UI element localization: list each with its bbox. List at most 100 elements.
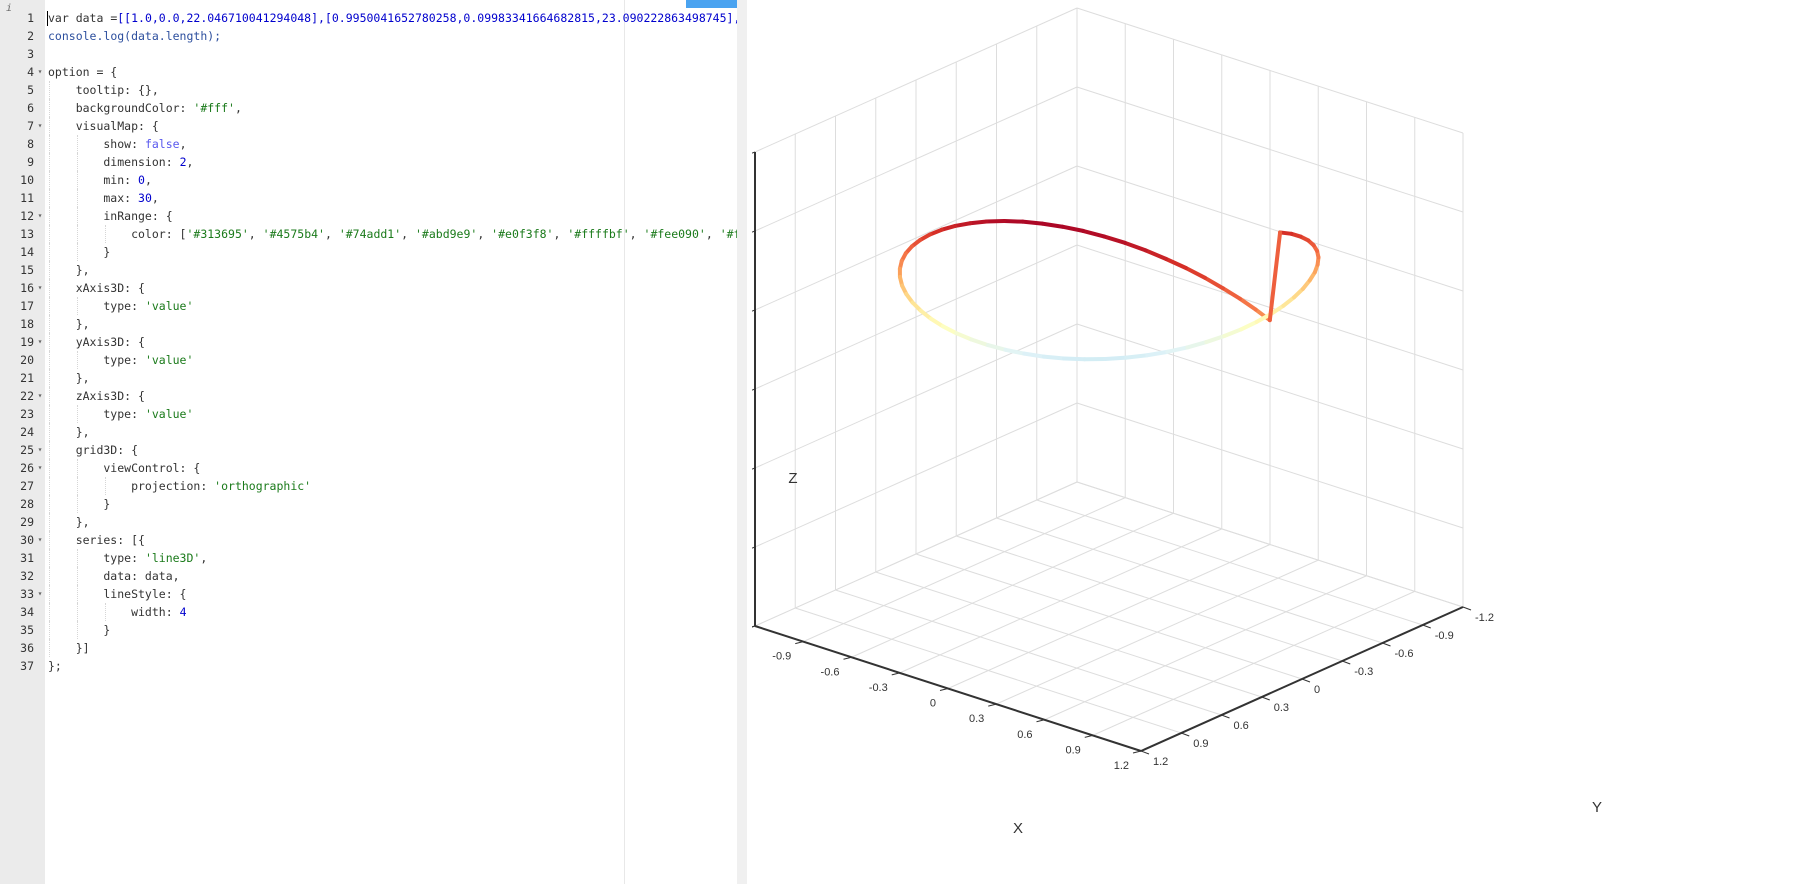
indent-guide xyxy=(49,585,50,603)
line3d-segment[interactable] xyxy=(1145,349,1170,358)
line3d-segment[interactable] xyxy=(928,316,945,329)
indent-guide xyxy=(77,171,78,189)
line3d-segment[interactable] xyxy=(1003,347,1027,356)
line3d-segment[interactable] xyxy=(1185,340,1209,350)
line3d-segment[interactable] xyxy=(1062,356,1087,362)
fold-toggle-icon[interactable]: ▾ xyxy=(36,207,44,225)
line3d-segment[interactable] xyxy=(969,337,990,348)
indent-guide xyxy=(105,603,106,621)
line-number: 1 xyxy=(27,11,34,25)
code-line: visualMap: { xyxy=(48,117,159,135)
fold-toggle-icon[interactable]: ▾ xyxy=(36,63,44,81)
line-number: 37 xyxy=(20,659,34,673)
fold-toggle-icon[interactable]: ▾ xyxy=(36,279,44,297)
line3d-chart[interactable]: -1.2-0.9-0.6-0.300.30.60.91.2-1.2-0.9-0.… xyxy=(752,0,1817,884)
indent-guide xyxy=(49,531,50,549)
line-number: 2 xyxy=(27,29,34,43)
line-number: 7 xyxy=(27,119,34,133)
line-number: 21 xyxy=(20,371,34,385)
code-token: data = xyxy=(68,11,118,25)
indent-guide xyxy=(77,153,78,171)
indent-guide xyxy=(49,495,50,513)
line3d-segment[interactable] xyxy=(1101,234,1127,245)
indent-guide xyxy=(77,405,78,423)
line3d-segment[interactable] xyxy=(1202,275,1225,291)
code-line: }, xyxy=(48,513,90,531)
y-tick-label: -0.6 xyxy=(1395,648,1414,660)
code-token: option = { xyxy=(48,65,118,79)
line-number: 28 xyxy=(20,497,34,511)
line3d-segment[interactable] xyxy=(954,331,974,342)
line3d-segment[interactable] xyxy=(953,221,973,228)
indent-guide xyxy=(49,189,50,207)
line3d-segment[interactable] xyxy=(1239,319,1259,332)
line3d-segment[interactable] xyxy=(1040,221,1065,229)
line3d-segment[interactable] xyxy=(1165,345,1190,354)
code-token: type: xyxy=(48,551,145,565)
code-token: '#fee090' xyxy=(643,227,706,241)
floor-grid-line xyxy=(996,517,1383,644)
y-tick-label: -1.2 xyxy=(1475,612,1494,624)
line3d-segment[interactable] xyxy=(939,223,958,232)
line3d-segment[interactable] xyxy=(1060,224,1086,233)
line3d-segment[interactable] xyxy=(1163,256,1188,271)
indent-guide xyxy=(49,603,50,621)
line3d-segment[interactable] xyxy=(1281,295,1297,308)
line3d-segment[interactable] xyxy=(1143,248,1168,261)
line-number: 17 xyxy=(20,299,34,313)
code-token: }, xyxy=(48,515,90,529)
fold-toggle-icon[interactable]: ▾ xyxy=(36,585,44,603)
code-token: }, xyxy=(48,425,90,439)
line3d-segment[interactable] xyxy=(1022,351,1046,359)
line3d-segment[interactable] xyxy=(940,324,959,336)
fold-toggle-icon[interactable]: ▾ xyxy=(36,459,44,477)
chart-panel[interactable]: -1.2-0.9-0.6-0.300.30.60.91.2-1.2-0.9-0.… xyxy=(752,0,1817,884)
fold-toggle-icon[interactable]: ▾ xyxy=(36,333,44,351)
code-token: 'value' xyxy=(144,299,194,313)
code-line: show: false, xyxy=(48,135,186,153)
line3d-segment[interactable] xyxy=(1020,219,1045,226)
code-line: type: 'value' xyxy=(48,297,193,315)
line3d-segment[interactable] xyxy=(1183,266,1207,280)
indent-guide xyxy=(49,297,50,315)
horizontal-scrollbar-thumb[interactable] xyxy=(686,0,738,8)
line3d-segment[interactable] xyxy=(968,219,989,226)
floor-grid-line xyxy=(956,535,1343,662)
code-token: , xyxy=(151,191,159,205)
code-token: .log(data.length); xyxy=(96,29,222,43)
fold-toggle-icon[interactable]: ▾ xyxy=(36,117,44,135)
indent-guide xyxy=(77,225,78,243)
indent-guide xyxy=(49,243,50,261)
line3d-segment[interactable] xyxy=(1081,228,1106,239)
code-token: [[1.0,0.0,22.046710041294048],[0.9950041… xyxy=(117,11,747,25)
code-line: max: 30, xyxy=(48,189,159,207)
code-token: color: [ xyxy=(48,227,187,241)
x-tick-label: 1.2 xyxy=(1114,760,1129,772)
fold-toggle-icon[interactable]: ▾ xyxy=(36,387,44,405)
line3d-segment[interactable] xyxy=(1222,327,1244,338)
indent-guide xyxy=(49,567,50,585)
code-token: , xyxy=(324,227,339,241)
line3d-segment[interactable] xyxy=(1103,355,1129,361)
fold-toggle-icon[interactable]: ▾ xyxy=(36,441,44,459)
code-token: backgroundColor: xyxy=(48,101,194,115)
code-line: console.log(data.length); xyxy=(48,27,221,45)
line3d-segment[interactable] xyxy=(1041,354,1067,361)
indent-guide xyxy=(77,189,78,207)
code-token: , xyxy=(200,551,208,565)
code-token: }] xyxy=(48,641,90,655)
code-area[interactable]: var data =[[1.0,0.0,22.046710041294048],… xyxy=(45,0,747,884)
line3d-segment[interactable] xyxy=(1122,240,1148,253)
fold-toggle-icon[interactable]: ▾ xyxy=(36,531,44,549)
code-token: yAxis3D: { xyxy=(48,335,145,349)
line-number: 24 xyxy=(20,425,34,439)
line3d-segment[interactable] xyxy=(1002,219,1025,224)
line3d-segment[interactable] xyxy=(985,343,1008,352)
code-editor[interactable]: i 1 2 3 4 ▾ 5 6 7 ▾ 8 9 10 11 12 ▾ 13 14 15 16 ▾ 17 18 19 ▾ 20 21… xyxy=(0,0,747,884)
code-token: '#313695' xyxy=(186,227,249,241)
code-token: viewControl: { xyxy=(48,461,201,475)
editor-splitter[interactable] xyxy=(737,0,747,884)
code-line: }, xyxy=(48,369,90,387)
line3d-segment[interactable] xyxy=(1124,353,1150,360)
code-token: projection: xyxy=(48,479,215,493)
